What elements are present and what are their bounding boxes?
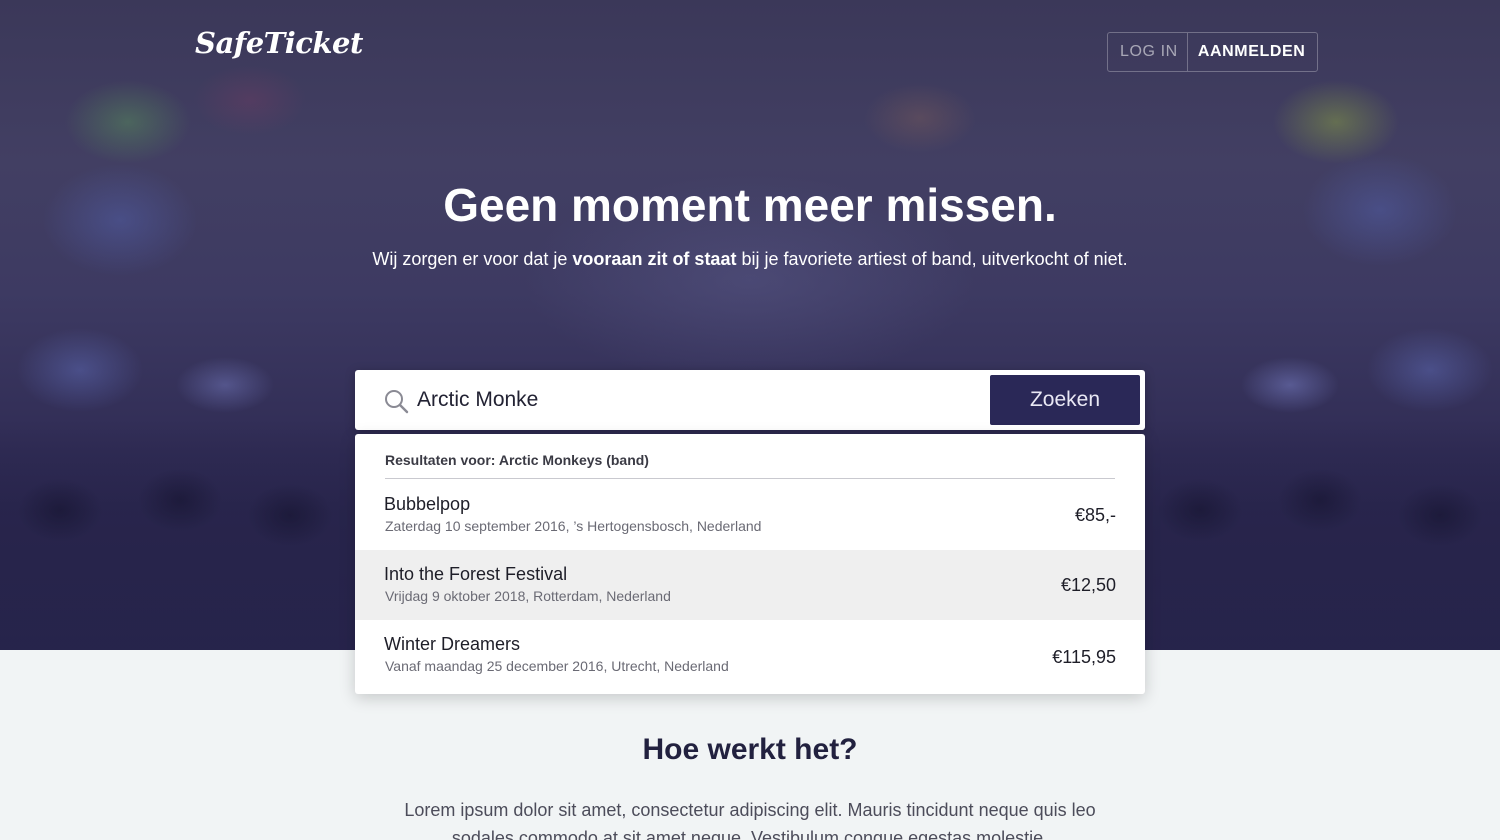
result-meta: Zaterdag 10 september 2016, ’s Hertogens… bbox=[385, 518, 762, 534]
result-name: Into the Forest Festival bbox=[384, 564, 568, 584]
result-price: €85,- bbox=[1074, 505, 1116, 525]
result-item[interactable]: Bubbelpop Zaterdag 10 september 2016, ’s… bbox=[355, 480, 1145, 550]
search-button[interactable]: Zoeken bbox=[990, 375, 1140, 425]
result-price: €115,95 bbox=[1052, 647, 1116, 667]
subline-emphasis: vooraan zit of staat bbox=[572, 249, 737, 269]
signup-button[interactable]: AANMELDEN bbox=[1188, 33, 1318, 71]
results-header: Resultaten voor: Arctic Monkeys (band) bbox=[385, 452, 1115, 479]
how-it-works-title: Hoe werkt het? bbox=[642, 733, 858, 766]
search-icon bbox=[385, 390, 409, 414]
result-item[interactable]: Into the Forest Festival Vrijdag 9 oktob… bbox=[355, 550, 1145, 620]
result-name: Bubbelpop bbox=[384, 494, 471, 514]
result-meta: Vrijdag 9 oktober 2018, Rotterdam, Neder… bbox=[385, 588, 671, 604]
auth-buttons: LOG IN AANMELDEN bbox=[1107, 32, 1319, 72]
search-results-dropdown: Resultaten voor: Arctic Monkeys (band) B… bbox=[355, 434, 1145, 694]
hero-subline: Wij zorgen er voor dat je vooraan zit of… bbox=[0, 249, 1500, 270]
subline-text-start: Wij zorgen er voor dat je bbox=[372, 249, 573, 269]
result-meta: Vanaf maandag 25 december 2016, Utrecht,… bbox=[385, 658, 729, 674]
logo[interactable]: SafeTicket bbox=[195, 26, 363, 60]
subline-text-end: bij je favoriete artiest of band, uitver… bbox=[736, 249, 1128, 269]
result-name: Winter Dreamers bbox=[384, 634, 521, 654]
page: SafeTicket LOG IN AANMELDEN Geen moment … bbox=[0, 0, 1500, 840]
result-price: €12,50 bbox=[1060, 575, 1116, 595]
how-it-works-text: Lorem ipsum dolor sit amet, consectetur … bbox=[404, 800, 1096, 840]
search-bar: Zoeken bbox=[355, 370, 1145, 430]
hero-headline: Geen moment meer missen. bbox=[443, 179, 1057, 231]
login-button[interactable]: LOG IN bbox=[1108, 33, 1188, 71]
search-input[interactable] bbox=[417, 380, 977, 420]
result-item[interactable]: Winter Dreamers Vanaf maandag 25 decembe… bbox=[355, 620, 1145, 694]
